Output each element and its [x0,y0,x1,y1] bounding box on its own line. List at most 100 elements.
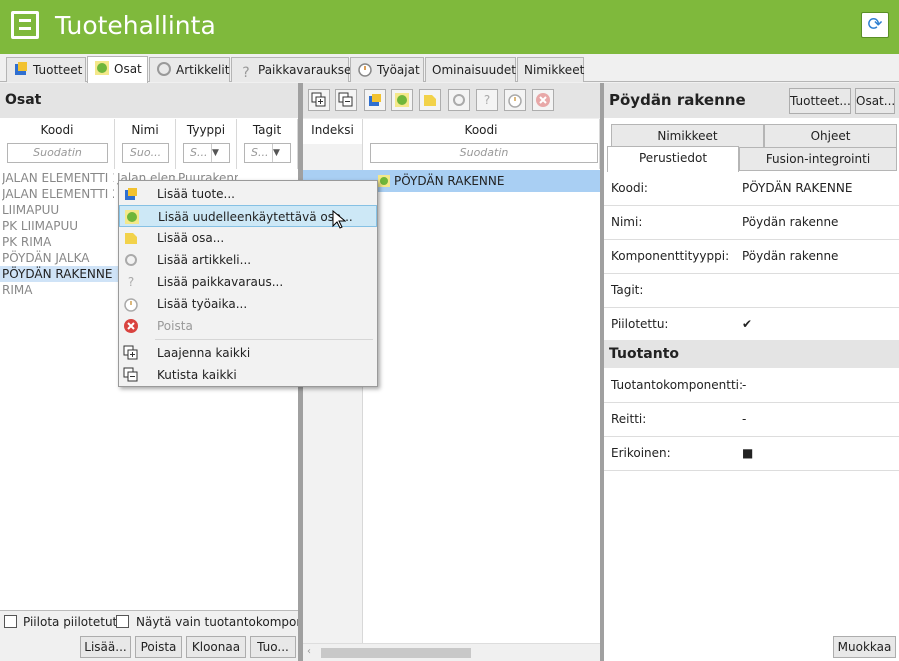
add-article-button[interactable] [448,89,470,111]
structure-filter-input[interactable]: Suodatin [370,143,598,163]
chevron-down-icon[interactable]: ▼ [272,144,290,162]
stopwatch-icon [123,296,139,312]
expand-all-button[interactable] [308,89,330,111]
menu-item-label: Lisää työaika... [157,297,248,311]
tab-ominaisuudet[interactable]: Ominaisuudet [425,57,516,82]
property-row: Komponenttityyppi: Pöydän rakenne [604,240,899,274]
property-value: - [742,412,747,426]
add-button[interactable]: Lisää... [80,636,131,658]
cell-koodi: PÖYDÄN RAKENNE [2,267,113,281]
edit-button[interactable]: Muokkaa [833,636,896,658]
tab-perustiedot[interactable]: Perustiedot [607,146,739,172]
add-reusable-part-button[interactable] [391,89,413,111]
product-icon [13,61,29,77]
property-label: Piilotettu: [611,317,669,331]
add-part-button[interactable] [419,89,441,111]
property-row: Erikoinen: ■ [604,437,899,471]
menu-item-label: Lisää paikkavaraus... [157,275,284,289]
reusable-part-icon [94,60,110,76]
scrollbar-thumb[interactable] [321,648,471,658]
menu-item-label: Lisää artikkeli... [157,253,252,267]
tagit-filter-combo[interactable]: S... ▼ [244,143,291,163]
tab-tyoajat[interactable]: Työajat [350,57,424,82]
menu-item-add-article[interactable]: Lisää artikkeli... [119,249,377,271]
parts-button[interactable]: Osat... [855,88,895,114]
checkmark-icon: ✔ [742,317,753,331]
menu-separator [155,339,373,340]
property-label: Erikoinen: [611,446,671,460]
refresh-icon: ⟳ [867,14,883,35]
hide-hidden-label: Piilota piilotetut [23,615,118,629]
tab-paikkavaraukset[interactable]: ? Paikkavaraukset [231,57,356,82]
collapse-all-button[interactable] [335,89,357,111]
cell-koodi: PK LIIMAPUU [2,219,79,233]
menu-item-collapse-all[interactable]: Kutista kaikki [119,364,377,386]
add-placeholder-button[interactable]: ? [476,89,498,111]
article-icon [123,252,139,268]
column-header-indeksi[interactable]: Indeksi [303,119,363,144]
menu-item-add-part[interactable]: Lisää osa... [119,227,377,249]
reusable-part-icon [124,209,140,225]
column-label: Indeksi [311,123,354,137]
import-button[interactable]: Tuo... [250,636,296,658]
delete-button[interactable]: Poista [135,636,182,658]
chevron-down-icon[interactable]: ▼ [211,144,229,162]
property-row: Tuotantokomponentti: - [604,369,899,403]
tyyppi-filter-combo[interactable]: S... ▼ [183,143,230,163]
horizontal-scrollbar[interactable]: ‹ [303,643,600,661]
delete-icon [536,93,550,107]
products-button[interactable]: Tuotteet... [789,88,851,114]
section-title-tuotanto: Tuotanto [604,340,899,368]
cell-koodi: PK RIMA [2,235,52,249]
property-value: Pöydän rakenne [742,249,839,263]
app-title: Tuotehallinta [55,11,216,40]
cabinet-icon [11,11,39,39]
chevron-left-icon[interactable]: ‹ [307,646,311,657]
tab-fusion-integrointi[interactable]: Fusion-integrointi [739,147,897,171]
tab-artikkelit[interactable]: Artikkelit [149,57,230,82]
column-label: Nimi [131,123,159,137]
hide-hidden-checkbox[interactable] [4,615,17,628]
question-icon: ? [127,275,135,289]
expand-all-icon [123,345,139,361]
property-label: Reitti: [611,412,647,426]
menu-item-expand-all[interactable]: Laajenna kaikki [119,342,377,364]
question-icon: ? [242,65,250,81]
tab-label: Tuotteet [33,63,83,77]
property-value: PÖYDÄN RAKENNE [742,181,853,195]
reusable-part-icon [395,93,409,107]
tab-osat[interactable]: Osat [87,56,148,83]
refresh-button[interactable]: ⟳ [861,12,889,38]
delete-button[interactable] [532,89,554,111]
tab-tuotteet[interactable]: Tuotteet [6,57,86,82]
tab-nimikkeet[interactable]: Nimikkeet [611,124,764,148]
nimi-filter-input[interactable]: Suo... [122,143,169,163]
menu-item-add-worktime[interactable]: Lisää työaika... [119,293,377,315]
property-label: Komponenttityyppi: [611,249,730,263]
property-row: Koodi: PÖYDÄN RAKENNE [604,172,899,206]
menu-item-add-placeholder[interactable]: ? Lisää paikkavaraus... [119,271,377,293]
tab-nimikkeet[interactable]: Nimikkeet [517,57,584,82]
stopwatch-icon [357,61,373,77]
production-only-checkbox[interactable] [116,615,129,628]
column-label: Koodi [464,123,498,137]
property-value: Pöydän rakenne [742,215,839,229]
tab-ohjeet[interactable]: Ohjeet [764,124,897,148]
add-product-button[interactable] [364,89,386,111]
menu-item-add-reusable-part[interactable]: Lisää uudelleenkäytettävä osa... [119,205,377,229]
article-icon [453,94,465,106]
koodi-filter-input[interactable]: Suodatin [7,143,108,163]
menu-item-delete[interactable]: Poista [119,315,377,337]
cell-koodi: PÖYDÄN JALKA [2,251,90,265]
cell-koodi: JALAN ELEMENTTI 2 [2,187,114,201]
clone-button[interactable]: Kloonaa [186,636,246,658]
tab-label: Paikkavaraukset [258,63,357,77]
combo-value: S... [190,146,208,159]
stopwatch-icon [508,94,522,108]
tab-label: Työajat [377,63,420,77]
add-worktime-button[interactable] [504,89,526,111]
property-row: Nimi: Pöydän rakenne [604,206,899,240]
cell-koodi: RIMA [2,283,33,297]
menu-item-label: Kutista kaikki [157,368,237,382]
menu-item-add-product[interactable]: Lisää tuote... [119,183,377,205]
